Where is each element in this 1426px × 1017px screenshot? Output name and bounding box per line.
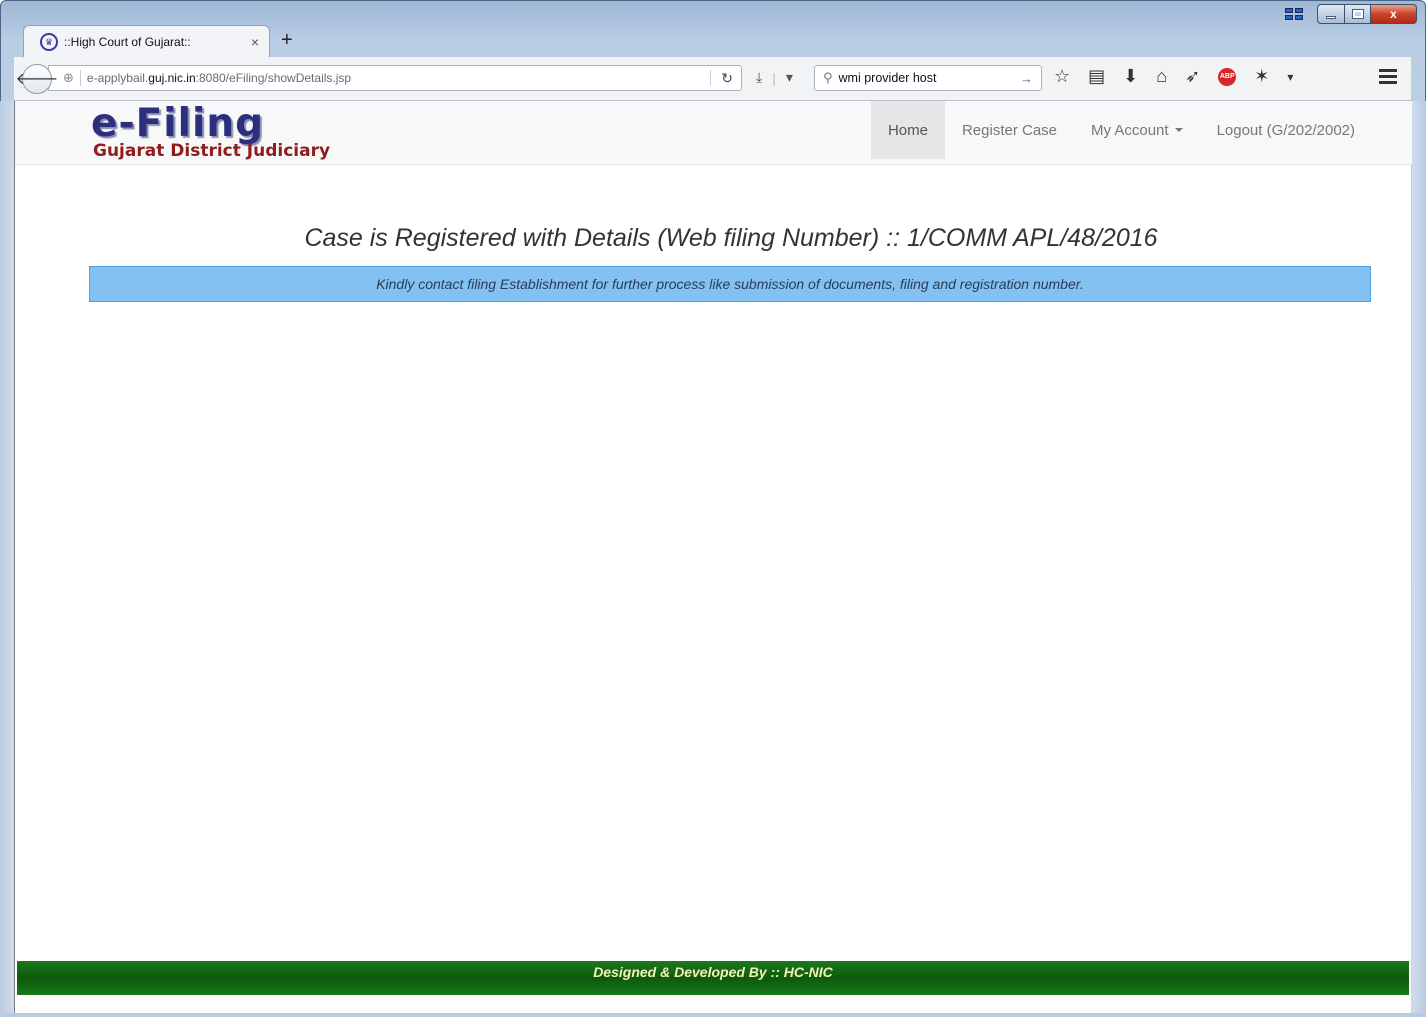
nav-register-case[interactable]: Register Case <box>945 101 1074 159</box>
url-host: guj.nic.in <box>148 71 196 85</box>
back-button[interactable]: 🡐 <box>16 63 58 94</box>
dropdown-icon[interactable]: ▾ <box>786 69 793 86</box>
send-icon[interactable]: ➶ <box>1185 66 1200 87</box>
reload-icon[interactable]: ↻ <box>721 70 733 87</box>
globe-icon: ⊕ <box>63 70 74 85</box>
window-controls: x <box>1285 4 1417 24</box>
nav-logout[interactable]: Logout (G/202/2002) <box>1200 101 1372 159</box>
efiling-logo[interactable]: e-Filing Gujarat District Judiciary <box>91 101 331 162</box>
caret-down-icon <box>1174 128 1183 132</box>
downloads-icon[interactable]: ⬇ <box>1123 66 1138 87</box>
my-account-label: My Account <box>1091 121 1169 139</box>
search-go-icon[interactable]: → <box>1020 71 1033 86</box>
site-footer: Designed & Developed By :: HC-NIC <box>17 961 1409 995</box>
page-viewport: e-Filing Gujarat District Judiciary Home… <box>14 101 1412 1013</box>
search-icon: ⚲ <box>823 70 833 85</box>
tab-close-icon[interactable]: × <box>251 34 259 50</box>
nav-home[interactable]: Home <box>870 101 945 159</box>
window-left-border <box>0 101 14 1013</box>
window-bottom-border <box>0 1013 1426 1017</box>
minimize-icon <box>1326 15 1336 19</box>
arrow-left-icon: 🡐 <box>15 71 59 88</box>
url-suffix: :8080/eFiling/showDetails.jsp <box>195 71 352 85</box>
url-prefix: e-applybail. <box>86 71 149 85</box>
search-value: wmi provider host <box>838 71 937 85</box>
nav-my-account[interactable]: My Account <box>1074 101 1200 159</box>
nav-links: Home Register Case My Account Logout (G/… <box>870 101 1372 159</box>
maximize-icon <box>1351 9 1364 19</box>
bookmark-star-icon[interactable]: ☆ <box>1054 66 1070 87</box>
home-icon[interactable]: ⌂ <box>1156 66 1167 87</box>
tab-title: ::High Court of Gujarat:: <box>64 35 191 49</box>
court-emblem-icon: ♛ <box>40 33 58 51</box>
logo-subtitle: Gujarat District Judiciary <box>93 141 331 161</box>
page-title: Case is Registered with Details (Web fil… <box>304 224 1158 252</box>
search-bar[interactable]: ⚲ wmi provider host → <box>814 65 1042 91</box>
download-icon[interactable]: ⤓ <box>756 69 762 86</box>
overflow-dropdown-icon[interactable]: ▾ <box>1287 70 1293 84</box>
new-tab-button[interactable]: + <box>281 29 293 52</box>
download-group: ⤓ | ▾ <box>756 69 793 86</box>
extension-icon[interactable]: ✶ <box>1254 66 1269 87</box>
hamburger-menu-icon[interactable] <box>1379 69 1397 87</box>
maximize-button[interactable] <box>1345 4 1371 24</box>
logo-title: e-Filing <box>91 101 265 146</box>
minimize-button[interactable] <box>1317 4 1345 24</box>
adblock-icon[interactable]: ABP <box>1218 67 1237 86</box>
close-window-button[interactable]: x <box>1371 4 1417 24</box>
reading-list-icon[interactable]: ▤ <box>1088 66 1105 87</box>
display-layout-icon[interactable] <box>1285 8 1305 22</box>
site-navbar: e-Filing Gujarat District Judiciary Home… <box>15 101 1412 165</box>
browser-tab[interactable]: ♛ ::High Court of Gujarat:: × <box>23 25 270 58</box>
info-notice: Kindly contact filing Establishment for … <box>89 266 1371 302</box>
navigation-toolbar: 🡐 ⊕ e-applybail. guj.nic.in:8080/eFiling/… <box>14 57 1411 101</box>
close-icon: x <box>1390 7 1397 21</box>
toolbar-icons: ☆ ▤ ⬇ ⌂ ➶ ABP ✶ ▾ <box>1054 66 1293 87</box>
address-bar[interactable]: ⊕ e-applybail. guj.nic.in:8080/eFiling/sh… <box>48 65 742 91</box>
